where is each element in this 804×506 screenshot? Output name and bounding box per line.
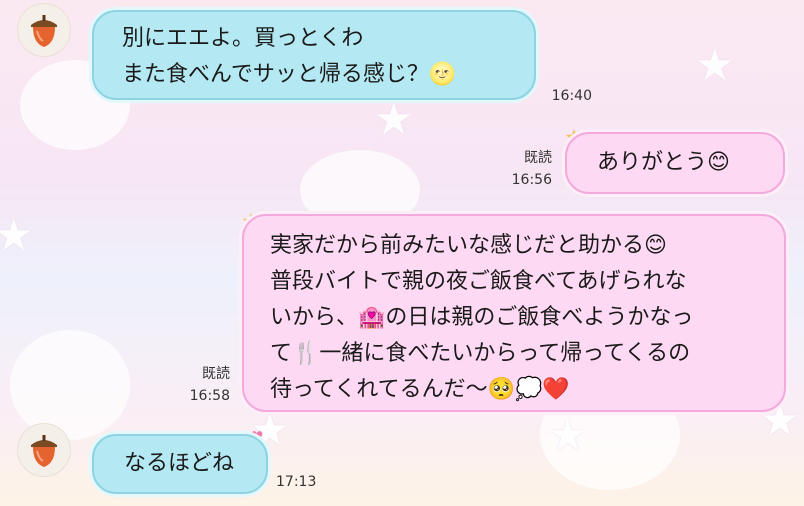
- message-text-line: なるほどね: [124, 451, 235, 476]
- contact-avatar[interactable]: [18, 4, 70, 56]
- message-text-line: 待ってくれてるんだ〜🥺💭❤️: [270, 377, 570, 402]
- message-bubble-incoming[interactable]: 別にエエよ。買っとくわ また食べんでサッと帰る感じ？🌝: [92, 10, 536, 100]
- message-bubble-outgoing[interactable]: ありがとう😊: [565, 132, 785, 194]
- message-time: 16:58: [189, 388, 230, 404]
- acorn-icon: [31, 15, 57, 47]
- message-bubble-outgoing[interactable]: 実家だから前みたいな感じだと助かる😊 普段バイトで親の夜ご飯食べてあげられな い…: [242, 214, 786, 412]
- message-time: 16:56: [511, 172, 552, 188]
- message-text-line: て🍴一緒に食べたいからって帰ってくるの: [270, 341, 691, 366]
- read-receipt: 既読: [524, 150, 552, 166]
- message-bubble-incoming[interactable]: なるほどね: [92, 434, 268, 494]
- message-text-line: 実家だから前みたいな感じだと助かる😊: [270, 233, 667, 258]
- message-text-line: 別にエエよ。買っとくわ: [122, 26, 364, 51]
- message-text-line: いから、🏩の日は親のご飯食べようかなっ: [270, 305, 694, 330]
- message-text-line: また食べんでサッと帰る感じ？🌝: [122, 62, 457, 87]
- message-text-line: ありがとう😊: [597, 150, 730, 175]
- message-time: 16:40: [551, 88, 592, 104]
- message-text-line: 普段バイトで親の夜ご飯食べてあげられな: [270, 269, 687, 294]
- message-time: 17:13: [276, 474, 317, 490]
- acorn-icon: [31, 435, 57, 467]
- contact-avatar[interactable]: [18, 424, 70, 476]
- read-receipt: 既読: [202, 366, 230, 382]
